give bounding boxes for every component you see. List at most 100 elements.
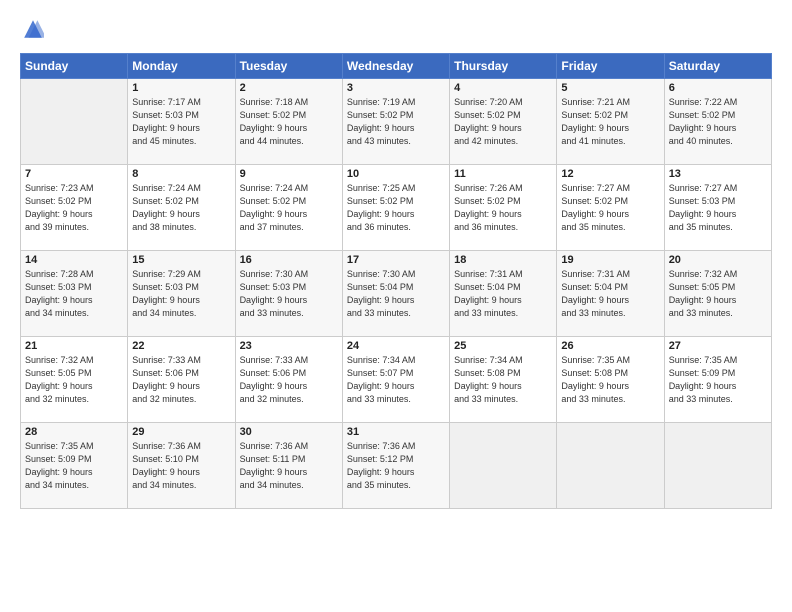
cell-info: Sunrise: 7:32 AM Sunset: 5:05 PM Dayligh…: [25, 354, 123, 406]
cell-info: Sunrise: 7:30 AM Sunset: 5:03 PM Dayligh…: [240, 268, 338, 320]
calendar-cell: 1Sunrise: 7:17 AM Sunset: 5:03 PM Daylig…: [128, 79, 235, 165]
cell-info: Sunrise: 7:24 AM Sunset: 5:02 PM Dayligh…: [132, 182, 230, 234]
day-number: 27: [669, 340, 767, 352]
cell-info: Sunrise: 7:34 AM Sunset: 5:08 PM Dayligh…: [454, 354, 552, 406]
calendar-cell: 6 Sunrise: 7:22 AM Sunset: 5:02 PM Daylig…: [664, 79, 771, 165]
cell-info: Sunrise: 7:28 AM Sunset: 5:03 PM Dayligh…: [25, 268, 123, 320]
calendar-cell: 20 Sunrise: 7:32 AM Sunset: 5:05 PM Dayli…: [664, 251, 771, 337]
day-number: 16: [240, 254, 338, 266]
header: [20, 18, 772, 45]
cell-info: Sunrise: 7:23 AM Sunset: 5:02 PM Dayligh…: [25, 182, 123, 234]
day-number: 15: [132, 254, 230, 266]
weekday-header: Friday: [557, 54, 664, 79]
day-number: 20: [669, 254, 767, 266]
calendar-cell: [450, 423, 557, 509]
day-number: 8: [132, 168, 230, 180]
calendar-cell: 2 Sunrise: 7:18 AM Sunset: 5:02 PM Daylig…: [235, 79, 342, 165]
calendar-cell: 8 Sunrise: 7:24 AM Sunset: 5:02 PM Daylig…: [128, 165, 235, 251]
weekday-header: Wednesday: [342, 54, 449, 79]
day-number: 24: [347, 340, 445, 352]
calendar-cell: 17 Sunrise: 7:30 AM Sunset: 5:04 PM Dayli…: [342, 251, 449, 337]
calendar-cell: 23Sunrise: 7:33 AM Sunset: 5:06 PM Dayli…: [235, 337, 342, 423]
calendar-cell: 16 Sunrise: 7:30 AM Sunset: 5:03 PM Dayli…: [235, 251, 342, 337]
calendar-cell: [557, 423, 664, 509]
calendar-cell: 29 Sunrise: 7:36 AM Sunset: 5:10 PM Dayli…: [128, 423, 235, 509]
day-number: 18: [454, 254, 552, 266]
day-number: 4: [454, 82, 552, 94]
weekday-header: Thursday: [450, 54, 557, 79]
cell-info: Sunrise: 7:33 AM Sunset: 5:06 PM Dayligh…: [132, 354, 230, 406]
cell-info: Sunrise: 7:36 AM Sunset: 5:12 PM Dayligh…: [347, 440, 445, 492]
day-number: 22: [132, 340, 230, 352]
calendar-cell: 28 Sunrise: 7:35 AM Sunset: 5:09 PM Dayli…: [21, 423, 128, 509]
day-number: 14: [25, 254, 123, 266]
page: SundayMondayTuesdayWednesdayThursdayFrid…: [0, 0, 792, 612]
calendar-cell: 18 Sunrise: 7:31 AM Sunset: 5:04 PM Dayli…: [450, 251, 557, 337]
day-number: 21: [25, 340, 123, 352]
day-number: 11: [454, 168, 552, 180]
cell-info: Sunrise: 7:32 AM Sunset: 5:05 PM Dayligh…: [669, 268, 767, 320]
calendar-cell: [21, 79, 128, 165]
day-number: 9: [240, 168, 338, 180]
calendar-cell: 21 Sunrise: 7:32 AM Sunset: 5:05 PM Dayli…: [21, 337, 128, 423]
weekday-header: Sunday: [21, 54, 128, 79]
cell-info: Sunrise: 7:27 AM Sunset: 5:03 PM Dayligh…: [669, 182, 767, 234]
calendar-cell: 10Sunrise: 7:25 AM Sunset: 5:02 PM Dayli…: [342, 165, 449, 251]
day-number: 13: [669, 168, 767, 180]
cell-info: Sunrise: 7:26 AM Sunset: 5:02 PM Dayligh…: [454, 182, 552, 234]
day-number: 2: [240, 82, 338, 94]
cell-info: Sunrise: 7:24 AM Sunset: 5:02 PM Dayligh…: [240, 182, 338, 234]
cell-info: Sunrise: 7:21 AM Sunset: 5:02 PM Dayligh…: [561, 96, 659, 148]
calendar-cell: 4 Sunrise: 7:20 AM Sunset: 5:02 PM Daylig…: [450, 79, 557, 165]
day-number: 31: [347, 426, 445, 438]
day-number: 19: [561, 254, 659, 266]
calendar-cell: 27 Sunrise: 7:35 AM Sunset: 5:09 PM Dayli…: [664, 337, 771, 423]
calendar-cell: 14 Sunrise: 7:28 AM Sunset: 5:03 PM Dayli…: [21, 251, 128, 337]
logo-icon: [22, 18, 44, 40]
calendar-table: SundayMondayTuesdayWednesdayThursdayFrid…: [20, 53, 772, 509]
calendar-cell: 5 Sunrise: 7:21 AM Sunset: 5:02 PM Daylig…: [557, 79, 664, 165]
weekday-header: Tuesday: [235, 54, 342, 79]
cell-info: Sunrise: 7:35 AM Sunset: 5:08 PM Dayligh…: [561, 354, 659, 406]
calendar-cell: 24 Sunrise: 7:34 AM Sunset: 5:07 PM Dayli…: [342, 337, 449, 423]
day-number: 29: [132, 426, 230, 438]
cell-info: Sunrise: 7:30 AM Sunset: 5:04 PM Dayligh…: [347, 268, 445, 320]
calendar-cell: 9 Sunrise: 7:24 AM Sunset: 5:02 PM Daylig…: [235, 165, 342, 251]
cell-info: Sunrise: 7:35 AM Sunset: 5:09 PM Dayligh…: [25, 440, 123, 492]
calendar-cell: 15 Sunrise: 7:29 AM Sunset: 5:03 PM Dayli…: [128, 251, 235, 337]
cell-info: Sunrise: 7:29 AM Sunset: 5:03 PM Dayligh…: [132, 268, 230, 320]
cell-info: Sunrise: 7:20 AM Sunset: 5:02 PM Dayligh…: [454, 96, 552, 148]
day-number: 28: [25, 426, 123, 438]
calendar-cell: 26 Sunrise: 7:35 AM Sunset: 5:08 PM Dayli…: [557, 337, 664, 423]
day-number: 3: [347, 82, 445, 94]
calendar-cell: 13 Sunrise: 7:27 AM Sunset: 5:03 PM Dayli…: [664, 165, 771, 251]
calendar-cell: 31 Sunrise: 7:36 AM Sunset: 5:12 PM Dayli…: [342, 423, 449, 509]
calendar-cell: 12Sunrise: 7:27 AM Sunset: 5:02 PM Dayli…: [557, 165, 664, 251]
calendar-cell: 7 Sunrise: 7:23 AM Sunset: 5:02 PM Daylig…: [21, 165, 128, 251]
weekday-header: Saturday: [664, 54, 771, 79]
day-number: 6: [669, 82, 767, 94]
calendar-cell: 19 Sunrise: 7:31 AM Sunset: 5:04 PM Dayli…: [557, 251, 664, 337]
cell-info: Sunrise: 7:36 AM Sunset: 5:11 PM Dayligh…: [240, 440, 338, 492]
cell-info: Sunrise: 7:18 AM Sunset: 5:02 PM Dayligh…: [240, 96, 338, 148]
calendar-cell: 25Sunrise: 7:34 AM Sunset: 5:08 PM Dayli…: [450, 337, 557, 423]
day-number: 17: [347, 254, 445, 266]
cell-info: Sunrise: 7:36 AM Sunset: 5:10 PM Dayligh…: [132, 440, 230, 492]
day-number: 12: [561, 168, 659, 180]
weekday-header: Monday: [128, 54, 235, 79]
logo: [20, 18, 46, 45]
day-number: 10: [347, 168, 445, 180]
calendar-cell: 30Sunrise: 7:36 AM Sunset: 5:11 PM Dayli…: [235, 423, 342, 509]
calendar-cell: 11 Sunrise: 7:26 AM Sunset: 5:02 PM Dayli…: [450, 165, 557, 251]
cell-info: Sunrise: 7:22 AM Sunset: 5:02 PM Dayligh…: [669, 96, 767, 148]
day-number: 5: [561, 82, 659, 94]
cell-info: Sunrise: 7:31 AM Sunset: 5:04 PM Dayligh…: [561, 268, 659, 320]
cell-info: Sunrise: 7:34 AM Sunset: 5:07 PM Dayligh…: [347, 354, 445, 406]
cell-info: Sunrise: 7:17 AM Sunset: 5:03 PM Dayligh…: [132, 96, 230, 148]
day-number: 7: [25, 168, 123, 180]
day-number: 23: [240, 340, 338, 352]
cell-info: Sunrise: 7:19 AM Sunset: 5:02 PM Dayligh…: [347, 96, 445, 148]
cell-info: Sunrise: 7:35 AM Sunset: 5:09 PM Dayligh…: [669, 354, 767, 406]
day-number: 26: [561, 340, 659, 352]
cell-info: Sunrise: 7:31 AM Sunset: 5:04 PM Dayligh…: [454, 268, 552, 320]
